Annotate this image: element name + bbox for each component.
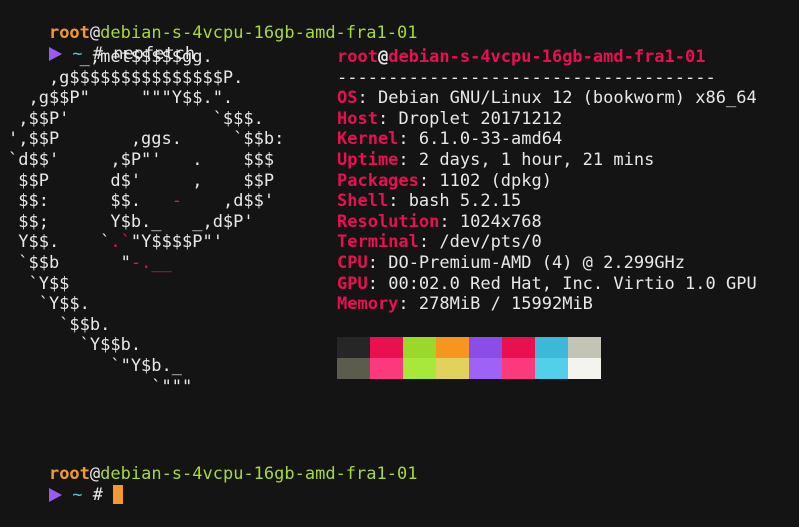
color-swatch xyxy=(370,337,403,358)
block-cursor xyxy=(113,485,124,504)
info-key: Kernel xyxy=(337,129,399,150)
ascii-logo-line: ,g$$$$$$$$$$$$$$$P. xyxy=(8,67,244,88)
info-value: bash 5.2.15 xyxy=(408,191,522,212)
ascii-logo-line: $$; Y$b._ _,d$P' xyxy=(8,211,254,232)
info-key: Memory xyxy=(337,294,399,315)
ascii-logo-line: _,met$$$$$gg. xyxy=(8,47,213,67)
info-key-separator: : xyxy=(398,294,409,315)
info-key: Shell xyxy=(337,191,389,212)
info-key-separator: : xyxy=(357,88,368,109)
ascii-logo-line: $$: $$. - ,d$$' xyxy=(8,191,275,212)
color-swatch xyxy=(469,358,502,379)
ascii-logo-line: `$$b "-.__ xyxy=(8,252,172,273)
color-swatch xyxy=(337,337,370,358)
prompt-input-line[interactable]: ~ # xyxy=(8,464,124,505)
info-field-uptime: Uptime: 2 days, 1 hour, 21 mins xyxy=(337,150,757,171)
ascii-logo-line: `Y$$b. xyxy=(8,335,142,356)
info-key-separator: : xyxy=(439,211,450,232)
info-key-separator: : xyxy=(398,129,409,150)
color-palette xyxy=(337,337,601,379)
color-swatch xyxy=(535,358,568,379)
info-value: 2 days, 1 hour, 21 mins xyxy=(418,149,655,170)
prompt-command-line: ~ # neofetch xyxy=(8,23,195,64)
info-field-host: Host: Droplet 20171212 xyxy=(337,109,757,130)
color-swatch xyxy=(568,337,601,358)
color-swatch xyxy=(502,337,535,358)
info-value: 278MiB / 15992MiB xyxy=(418,294,593,315)
info-value: Debian GNU/Linux 12 (bookworm) x86_64 xyxy=(377,88,757,109)
info-key: Uptime xyxy=(337,149,399,170)
prompt-arrow-icon xyxy=(48,488,62,502)
info-field-kernel: Kernel: 6.1.0-33-amd64 xyxy=(337,129,757,150)
ascii-logo-line: `""" xyxy=(8,376,193,397)
info-key-separator: : xyxy=(418,170,430,191)
info-key: GPU xyxy=(337,273,368,294)
color-swatch xyxy=(568,358,601,379)
info-key-separator: : xyxy=(367,252,378,273)
info-field-terminal: Terminal: /dev/pts/0 xyxy=(337,232,757,253)
info-key-separator: : xyxy=(398,149,409,170)
color-swatch xyxy=(535,337,568,358)
info-field-shell: Shell: bash 5.2.15 xyxy=(337,191,757,212)
prompt-header: root@debian-s-4vcpu-16gb-amd-fra1-01 xyxy=(8,2,417,43)
info-field-memory: Memory: 278MiB / 15992MiB xyxy=(337,294,757,315)
info-field-packages: Packages: 1102 (dpkg) xyxy=(337,171,757,192)
ascii-logo-line: `Y$$ xyxy=(8,273,70,294)
info-value: Droplet 20171212 xyxy=(398,108,563,129)
info-title-host: debian-s-4vcpu-16gb-amd-fra1-01 xyxy=(388,47,706,67)
prompt-hash-2: # xyxy=(92,485,103,505)
info-key: Packages xyxy=(337,170,419,191)
color-swatch xyxy=(436,337,469,358)
info-title: root@debian-s-4vcpu-16gb-amd-fra1-01 xyxy=(337,47,757,68)
ascii-logo-line: `"Y$b._ xyxy=(8,355,182,376)
ascii-logo-line: ,g$$P" """Y$$.". xyxy=(8,88,234,109)
color-swatch xyxy=(436,358,469,379)
ascii-logo-line: Y$$. `.`"Y$$$$P"' xyxy=(8,232,223,253)
ascii-logo-line: `Y$$. xyxy=(8,294,90,315)
system-info: root@debian-s-4vcpu-16gb-amd-fra1-01 ---… xyxy=(337,47,757,315)
ascii-logo-line: ,$$P' `$$$. xyxy=(8,108,264,129)
color-swatch xyxy=(403,358,436,379)
info-title-at: @ xyxy=(377,47,389,67)
info-separator: ------------------------------------- xyxy=(337,67,716,88)
info-field-resolution: Resolution: 1024x768 xyxy=(337,212,757,233)
color-swatch xyxy=(370,358,403,379)
debian-ascii-logo: _,met$$$$$gg. ,g$$$$$$$$$$$$$$$P. ,g$$P"… xyxy=(8,47,284,397)
prompt-cwd-2: ~ xyxy=(72,485,83,505)
prompt-header-2: root@debian-s-4vcpu-16gb-amd-fra1-01 xyxy=(8,443,417,484)
info-field-os: OS: Debian GNU/Linux 12 (bookworm) x86_6… xyxy=(337,88,757,109)
info-key: Host xyxy=(337,108,378,129)
info-key-separator: : xyxy=(367,273,378,294)
color-swatch xyxy=(403,337,436,358)
info-key: Resolution xyxy=(337,211,440,232)
color-swatch xyxy=(502,358,535,379)
info-value: 1102 (dpkg) xyxy=(439,170,552,191)
terminal-window[interactable]: root@debian-s-4vcpu-16gb-amd-fra1-01 ~ #… xyxy=(0,0,799,505)
info-value: DO-Premium-AMD (4) @ 2.299GHz xyxy=(388,252,686,273)
ascii-logo-line: `d$$' ,$P"' . $$$ xyxy=(8,149,275,170)
info-field-cpu: CPU: DO-Premium-AMD (4) @ 2.299GHz xyxy=(337,253,757,274)
info-field-gpu: GPU: 00:02.0 Red Hat, Inc. Virtio 1.0 GP… xyxy=(337,274,757,295)
info-value: 00:02.0 Red Hat, Inc. Virtio 1.0 GPU xyxy=(388,273,757,294)
info-key: CPU xyxy=(337,252,368,273)
info-key-separator: : xyxy=(388,191,399,212)
color-swatch xyxy=(337,358,370,379)
ascii-logo-line: `$$b. xyxy=(8,314,111,335)
ascii-logo-line: ',$$P ,ggs. `$$b: xyxy=(8,129,285,150)
info-key-separator: : xyxy=(377,108,389,129)
info-key: OS xyxy=(337,88,358,109)
prompt-host-2: debian-s-4vcpu-16gb-amd-fra1-01 xyxy=(100,464,418,484)
info-key-separator: : xyxy=(418,232,430,253)
info-key: Terminal xyxy=(337,232,419,253)
info-title-user: root xyxy=(337,47,378,67)
color-swatch xyxy=(469,337,502,358)
info-value: /dev/pts/0 xyxy=(439,232,542,253)
info-value: 6.1.0-33-amd64 xyxy=(418,129,563,150)
ascii-logo-line: $$P d$' , $$P xyxy=(8,170,275,191)
info-value: 1024x768 xyxy=(459,211,542,232)
